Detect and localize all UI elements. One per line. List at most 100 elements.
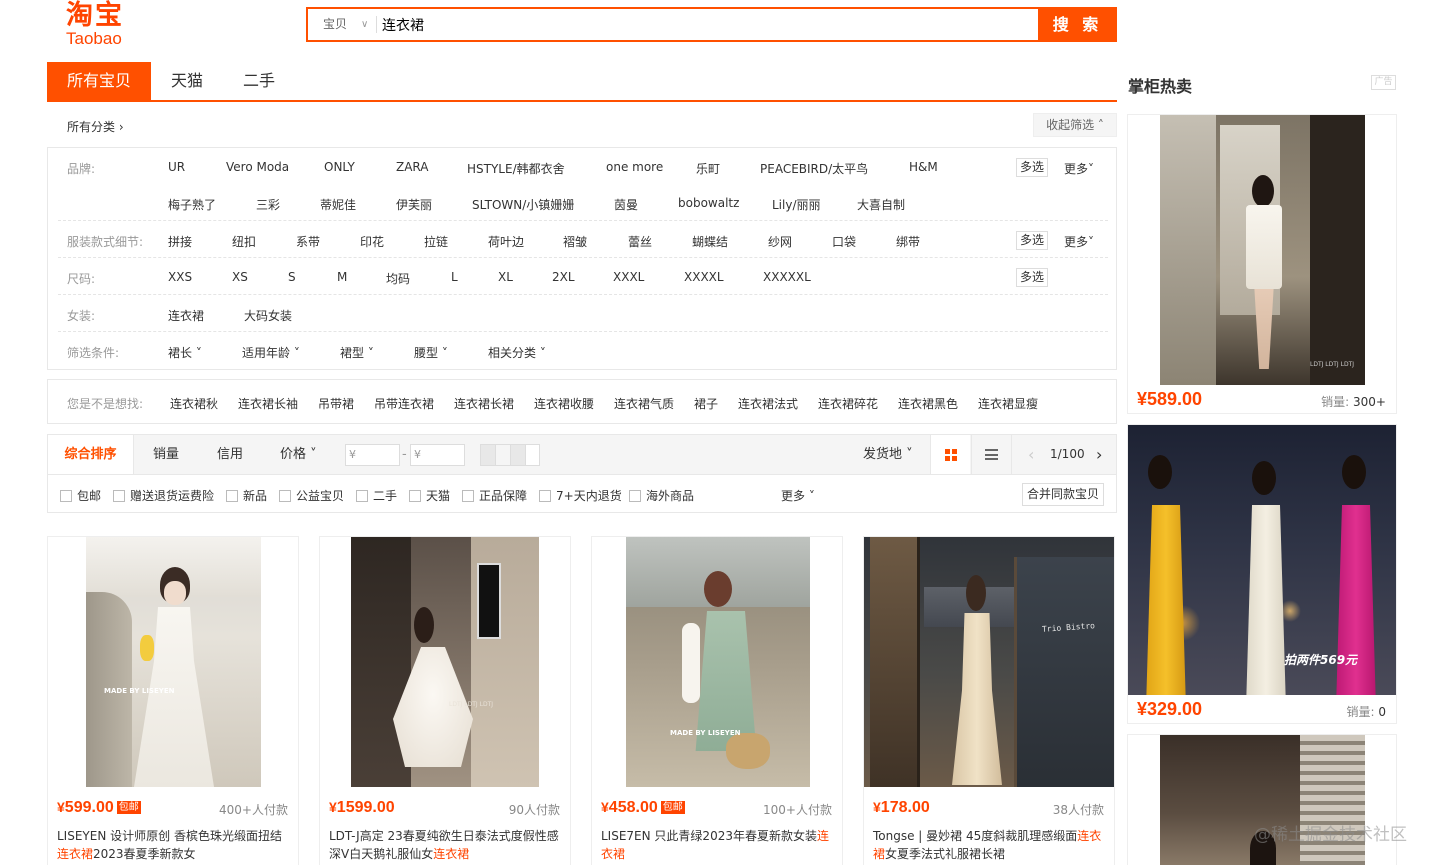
checkbox-charity[interactable]: 公益宝贝 [279,487,344,504]
brand-option[interactable]: 乐町 [696,160,720,177]
style-option[interactable]: 蝴蝶结 [692,233,728,250]
price-toggle[interactable] [480,444,540,466]
product-title[interactable]: LDT-J高定 23春夏纯欲生日泰法式度假性感深V白天鹅礼服仙女连衣裙 [329,827,561,863]
brand-option[interactable]: 茵曼 [614,196,638,213]
condition-dropdown[interactable]: 适用年龄 ˅ [242,344,300,361]
size-option[interactable]: 2XL [552,270,575,284]
style-option[interactable]: 纱网 [768,233,792,250]
ad-card[interactable]: 拍两件569元 ¥329.00 销量: 0 [1127,424,1397,724]
style-option[interactable]: 拉链 [424,233,448,250]
size-option[interactable]: XXXXXL [763,270,811,284]
brand-option[interactable]: 三彩 [256,196,280,213]
prev-page-button[interactable]: ‹ [1028,435,1034,474]
size-option[interactable]: XXXXL [684,270,724,284]
brand-option[interactable]: ZARA [396,160,429,174]
search-input[interactable] [382,12,1022,37]
product-title[interactable]: Tongse | 曼妙裙 45度斜裁肌理感缎面连衣裙女夏季法式礼服裙长裙 [873,827,1105,863]
style-option[interactable]: 拼接 [168,233,192,250]
style-option[interactable]: 口袋 [832,233,856,250]
min-price-input[interactable]: ¥ [345,444,400,466]
category-option[interactable]: 大码女装 [244,307,292,324]
size-option[interactable]: XXS [168,270,192,284]
ad-image[interactable]: LDTJ LDTJ LDTJ [1160,115,1365,385]
suggestion-link[interactable]: 连衣裙长裙 [454,395,514,412]
size-option[interactable]: L [451,270,458,284]
checkbox-tmall[interactable]: 天猫 [409,487,450,504]
brand-option[interactable]: 大喜自制 [857,196,905,213]
brand-option[interactable]: 蒂妮佳 [320,196,356,213]
product-image[interactable]: MADE BY LISEYEN [626,537,810,787]
condition-dropdown[interactable]: 裙型 ˅ [340,344,374,361]
size-option[interactable]: XL [498,270,513,284]
checkbox-second-hand[interactable]: 二手 [356,487,397,504]
checkbox-new[interactable]: 新品 [226,487,267,504]
size-option[interactable]: 均码 [386,270,410,287]
sort-credit[interactable]: 信用 [217,435,243,474]
style-option[interactable]: 系带 [296,233,320,250]
suggestion-link[interactable]: 连衣裙秋 [170,395,218,412]
max-price-input[interactable]: ¥ [410,444,465,466]
collapse-filter-button[interactable]: 收起筛选 ˄ [1033,113,1117,137]
checkbox-return-insurance[interactable]: 赠送退货运费险 [113,487,214,504]
suggestion-link[interactable]: 裙子 [694,395,718,412]
product-image[interactable]: LDTJ LDTJ LDTJ [351,537,539,787]
brand-option[interactable]: Vero Moda [226,160,289,174]
suggestion-link[interactable]: 连衣裙碎花 [818,395,878,412]
style-option[interactable]: 印花 [360,233,384,250]
brand-option[interactable]: SLTOWN/小镇姗姗 [472,196,574,213]
brand-option[interactable]: bobowaltz [678,196,739,210]
size-option[interactable]: XXXL [613,270,644,284]
style-option[interactable]: 纽扣 [232,233,256,250]
more-button[interactable]: 更多˅ [1064,160,1094,177]
next-page-button[interactable]: › [1096,435,1102,474]
tab-tmall[interactable]: 天猫 [151,62,223,100]
merge-same-items-button[interactable]: 合并同款宝贝 [1022,483,1105,506]
tab-second-hand[interactable]: 二手 [223,62,295,100]
taobao-logo[interactable]: 淘宝 Taobao [66,2,146,50]
more-button[interactable]: 更多˅ [1064,233,1094,250]
tab-all-items[interactable]: 所有宝贝 [47,62,151,100]
category-option[interactable]: 连衣裙 [168,307,204,324]
suggestion-link[interactable]: 吊带连衣裙 [374,395,434,412]
style-option[interactable]: 绑带 [896,233,920,250]
suggestion-link[interactable]: 连衣裙长袖 [238,395,298,412]
product-title[interactable]: LISEYEN 设计师原创 香槟色珠光缎面扭结连衣裙2023春夏季新款女 [57,827,289,863]
multi-select-button[interactable]: 多选 [1016,268,1049,287]
ad-image[interactable]: 拍两件569元 [1128,425,1396,695]
condition-dropdown[interactable]: 相关分类 ˅ [488,344,546,361]
multi-select-button[interactable]: 多选 [1016,231,1049,250]
style-option[interactable]: 荷叶边 [488,233,524,250]
checkbox-free-shipping[interactable]: 包邮 [60,487,101,504]
size-option[interactable]: S [288,270,296,284]
multi-select-button[interactable]: 多选 [1016,158,1049,177]
product-image[interactable]: Trio Bistro [864,537,1114,787]
search-button[interactable]: 搜 索 [1038,7,1117,42]
ad-image[interactable] [1160,735,1365,865]
product-card[interactable]: LDTJ LDTJ LDTJ ¥1599.00 90人付款 LDT-J高定 23… [319,536,571,865]
ad-card[interactable]: LDTJ LDTJ LDTJ ¥589.00 销量: 300+ [1127,114,1397,414]
sort-default[interactable]: 综合排序 [48,435,134,474]
brand-option[interactable]: H&M [909,160,938,174]
breadcrumb[interactable]: 所有分类 › [67,118,124,135]
checkbox-overseas[interactable]: 海外商品 [629,487,694,504]
ad-card[interactable] [1127,734,1397,865]
ship-from-dropdown[interactable]: 发货地 ˅ [863,435,913,474]
checkbox-genuine[interactable]: 正品保障 [462,487,527,504]
size-option[interactable]: M [337,270,347,284]
suggestion-link[interactable]: 连衣裙显瘦 [978,395,1038,412]
brand-option[interactable]: UR [168,160,185,174]
search-type-select[interactable]: 宝贝 ∨ [308,9,376,40]
product-card[interactable]: MADE BY LISEYEN ¥599.00 包邮 400+人付款 LISEYE… [47,536,299,865]
style-option[interactable]: 褶皱 [563,233,587,250]
brand-option[interactable]: ONLY [324,160,355,174]
suggestion-link[interactable]: 连衣裙气质 [614,395,674,412]
suggestion-link[interactable]: 连衣裙法式 [738,395,798,412]
suggestion-link[interactable]: 连衣裙收腰 [534,395,594,412]
brand-option[interactable]: 梅子熟了 [168,196,216,213]
brand-option[interactable]: one more [606,160,663,174]
grid-view-icon[interactable] [930,435,970,474]
checkbox-7day-return[interactable]: 7+天内退货 [539,487,622,504]
product-card[interactable]: MADE BY LISEYEN ¥458.00 包邮 100+人付款 LISE7E… [591,536,843,865]
brand-option[interactable]: HSTYLE/韩都衣舍 [467,160,565,177]
suggestion-link[interactable]: 连衣裙黑色 [898,395,958,412]
